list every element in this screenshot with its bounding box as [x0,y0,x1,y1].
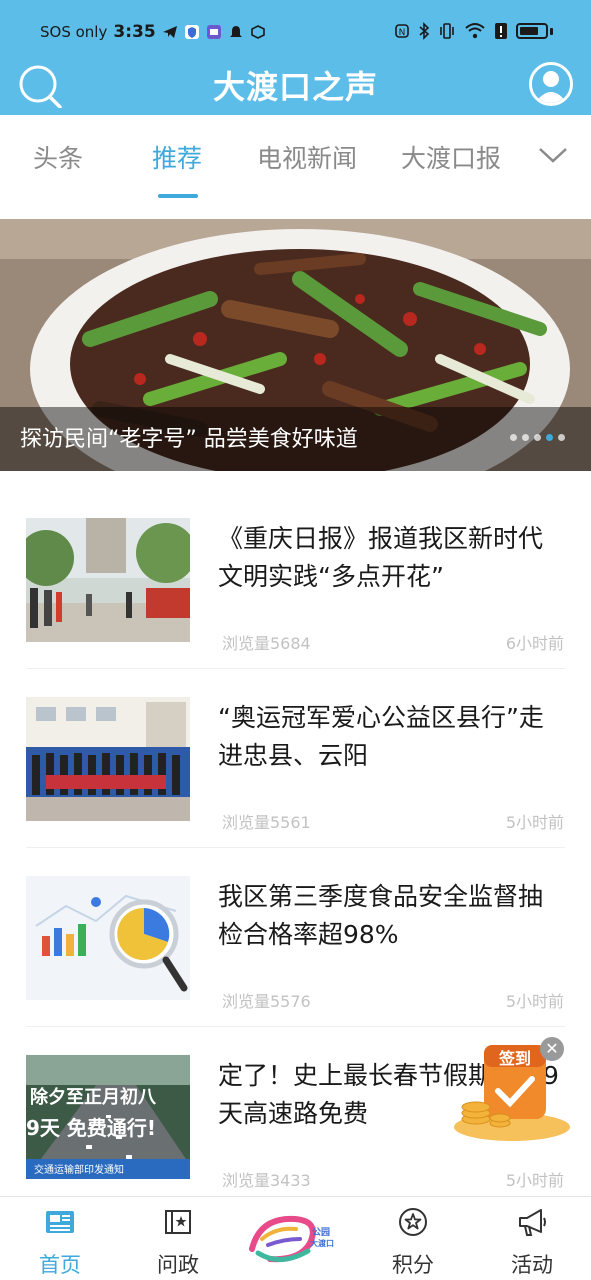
star-circle-icon [399,1208,427,1236]
svg-text:N: N [399,28,406,38]
app-header: 大渡口之声 [0,58,591,110]
pagination-dot [534,434,541,441]
district-logo[interactable]: 公园 大渡口 [240,1209,340,1269]
nav-wenzheng-label: 问政 [157,1253,199,1277]
news-views: 浏览量5561 [222,813,311,832]
book-star-icon [165,1210,191,1234]
news-item[interactable]: 《重庆日报》报道我区新时代文明实践“多点开花” 浏览量5684 6小时前 [0,490,591,669]
featured-banner[interactable]: 探访民间“老字号” 品尝美食好味道 [0,219,591,471]
nav-home[interactable]: 首页 [20,1205,100,1279]
nav-points[interactable]: 积分 [373,1205,453,1279]
shield-app-icon [184,25,199,39]
nav-activity-label: 活动 [511,1253,553,1277]
status-left: SOS only 3:35 [40,22,266,42]
news-time: 5小时前 [505,1171,564,1190]
news-item[interactable]: “奥运冠军爱心公益区县行”走进忠县、云阳 浏览量5561 5小时前 [0,669,591,848]
thumb-text-line1: 除夕至正月初八 [30,1086,157,1108]
active-tab-indicator [158,194,198,198]
battery-icon [516,23,548,39]
category-tabs: 头条 推荐 电视新闻 大渡口报 [0,115,591,205]
clock-time: 3:35 [113,22,156,42]
pagination-dot [510,434,517,441]
news-thumbnail: 除夕至正月初八 9天 免费通行! 交通运输部印发通知 [26,1055,190,1179]
bluetooth-icon [419,22,430,40]
news-time: 6小时前 [505,634,564,653]
news-item[interactable]: 我区第三季度食品安全监督抽检合格率超98% 浏览量5576 5小时前 [0,848,591,1027]
chart-magnifier-illustration [26,876,190,1000]
thumb-text-line2: 9天 免费通行! [26,1116,156,1140]
banner-caption: 探访民间“老字号” 品尝美食好味道 [20,427,358,452]
tab-tv-news[interactable]: 电视新闻 [257,139,357,175]
app-icon [206,25,221,39]
highway-photo: 除夕至正月初八 9天 免费通行! 交通运输部印发通知 [26,1055,190,1179]
app-title: 大渡口之声 [212,68,378,106]
nav-activity[interactable]: 活动 [492,1205,572,1279]
thumb-footer-text: 交通运输部印发通知 [34,1163,124,1176]
tab-toutiao[interactable]: 头条 [33,139,83,175]
nav-wenzheng[interactable]: 问政 [138,1205,218,1279]
news-thumbnail [26,518,190,642]
pagination-dot-active [546,434,553,441]
person-icon [532,65,570,103]
tab-dadukou-paper[interactable]: 大渡口报 [401,139,501,175]
bell-icon [229,26,242,37]
news-views: 浏览量5576 [222,992,311,1011]
user-avatar-icon[interactable] [529,62,573,106]
close-icon[interactable]: ✕ [540,1037,564,1061]
nfc-icon: N [395,24,409,38]
news-views: 浏览量3433 [222,1171,311,1190]
signin-label: 签到 [498,1049,531,1068]
news-time: 5小时前 [505,813,564,832]
tab-tuijian[interactable]: 推荐 [152,139,202,175]
group-photo [26,697,190,821]
box-icon [250,25,265,39]
banner-pagination [510,434,565,441]
wifi-icon [465,23,485,39]
logo-text-line2: 大渡口 [310,1238,334,1248]
street-event-photo [26,518,190,642]
nav-home-label: 首页 [39,1253,81,1277]
news-thumbnail [26,876,190,1000]
telegram-icon [162,26,177,38]
bottom-navigation: 首页 问政 公园 大渡口 积分 活动 [0,1196,591,1280]
news-title: “奥运冠军爱心公益区县行”走进忠县、云阳 [218,703,544,770]
news-title: 我区第三季度食品安全监督抽检合格率超98% [218,882,544,949]
news-thumbnail [26,697,190,821]
status-bar: SOS only 3:35 N [0,0,591,64]
logo-text-line1: 公园 [312,1227,330,1238]
battery-tip [550,27,553,35]
status-right: N [394,22,553,40]
chevron-down-icon[interactable] [537,145,569,165]
news-title: 《重庆日报》报道我区新时代文明实践“多点开花” [218,524,544,591]
nav-points-label: 积分 [392,1253,434,1277]
news-time: 5小时前 [505,992,564,1011]
pagination-dot [522,434,529,441]
megaphone-icon [519,1209,546,1236]
alert-icon [495,23,507,39]
carrier-text: SOS only [40,23,108,41]
news-views: 浏览量5684 [222,634,311,653]
vibrate-icon [440,23,454,39]
news-icon [46,1211,74,1233]
pagination-dot [558,434,565,441]
